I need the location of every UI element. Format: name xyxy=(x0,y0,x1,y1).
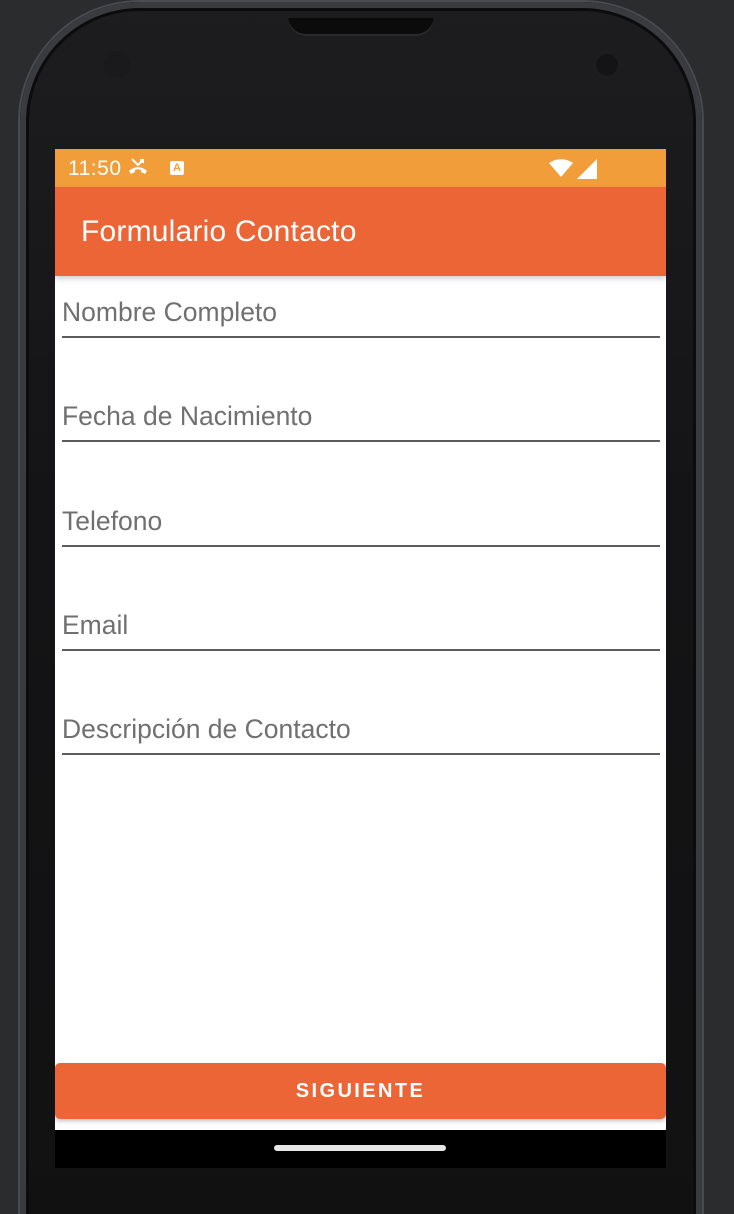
emulator-background: 11:50 A Formulario Contacto Nombre Compl… xyxy=(0,0,734,1214)
wifi-icon xyxy=(549,159,573,179)
contact-description-field[interactable] xyxy=(62,709,660,755)
missed-call-icon xyxy=(126,157,150,179)
full-name-field[interactable] xyxy=(62,292,660,338)
status-time: 11:50 xyxy=(68,157,122,180)
birth-date-field[interactable] xyxy=(62,396,660,442)
home-gesture-handle[interactable] xyxy=(274,1145,446,1151)
front-camera xyxy=(592,50,622,80)
phone-input[interactable] xyxy=(62,501,658,541)
navigation-bar xyxy=(55,1130,666,1168)
email-input[interactable] xyxy=(62,605,658,645)
status-bar: 11:50 A xyxy=(55,149,666,187)
contact-description-input[interactable] xyxy=(62,709,658,749)
speaker-grille xyxy=(288,18,434,36)
a-notification-icon: A xyxy=(170,161,184,175)
proximity-sensor xyxy=(104,52,130,78)
phone-field[interactable] xyxy=(62,501,660,547)
birth-date-input[interactable] xyxy=(62,396,658,436)
email-field[interactable] xyxy=(62,605,660,651)
app-title: Formulario Contacto xyxy=(81,215,357,248)
signal-icon xyxy=(575,159,597,179)
phone-screen: 11:50 A Formulario Contacto Nombre Compl… xyxy=(55,149,666,1168)
next-button[interactable]: SIGUIENTE xyxy=(55,1063,666,1119)
full-name-input[interactable] xyxy=(62,292,658,332)
app-bar: Formulario Contacto xyxy=(55,187,666,276)
